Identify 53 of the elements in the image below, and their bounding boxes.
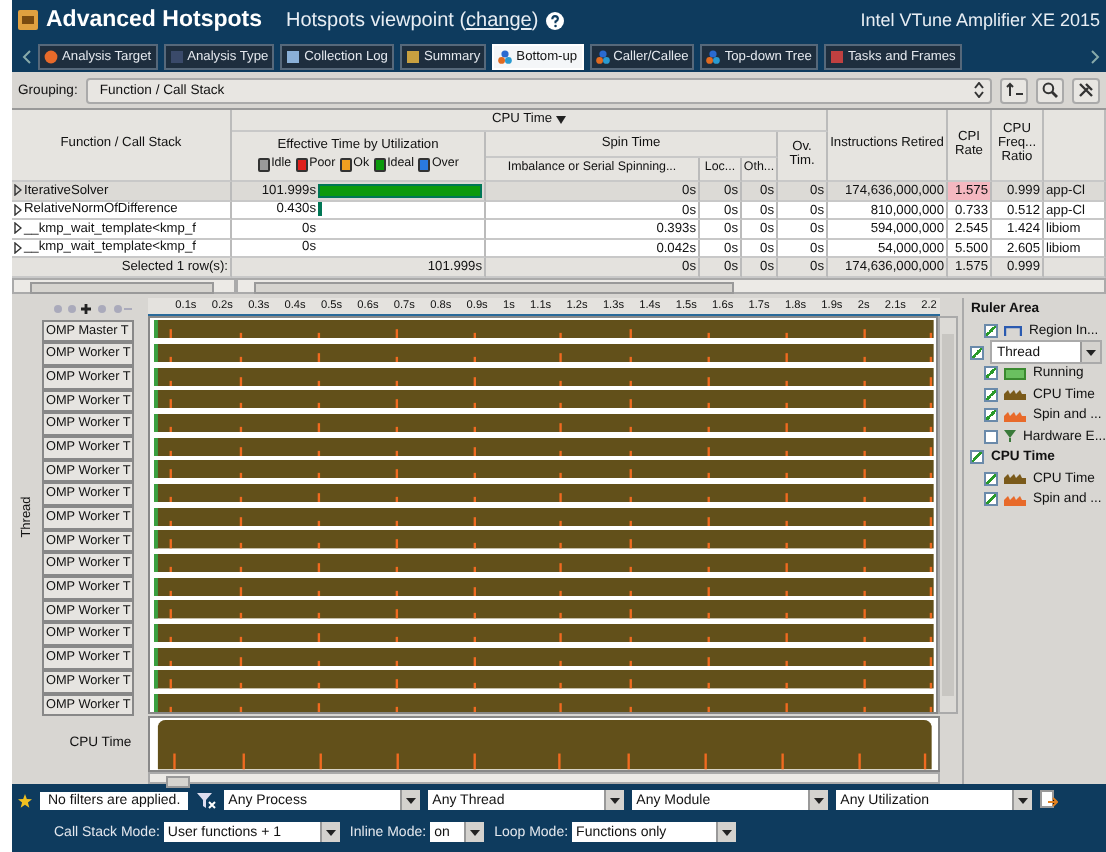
product-name: Intel VTune Amplifier XE 2015	[860, 10, 1100, 30]
checkbox[interactable]	[984, 408, 999, 423]
spinner-arrows-icon	[974, 82, 984, 98]
sort-down-icon	[556, 116, 567, 124]
checkbox[interactable]	[970, 345, 985, 360]
hierarchy-icon	[706, 49, 721, 63]
zoom-toolbar-icon[interactable]	[52, 301, 132, 315]
change-link[interactable]: change	[466, 9, 532, 31]
activity-graph-icon	[1004, 493, 1027, 506]
region-icon	[1004, 326, 1023, 337]
dropdown-arrow-icon	[406, 797, 417, 803]
star-icon[interactable]	[18, 793, 32, 807]
dropdown-arrow-icon	[470, 829, 481, 835]
running-swatch-icon	[1004, 367, 1027, 380]
filter-icon[interactable]	[196, 791, 217, 809]
dropdown-arrow-icon	[814, 797, 825, 803]
activity-graph-icon	[1004, 472, 1027, 485]
checkbox[interactable]	[984, 492, 999, 507]
dropdown-arrow-icon	[1086, 349, 1097, 356]
expand-icon[interactable]	[14, 184, 22, 197]
search-button[interactable]	[1036, 77, 1064, 103]
dropdown-arrow-icon	[325, 829, 336, 835]
checkbox[interactable]	[984, 324, 999, 339]
viewpoint-text: Hotspots viewpoint (change)	[286, 9, 539, 31]
dropdown-arrow-icon	[1018, 797, 1029, 803]
tools-icon	[1078, 82, 1094, 98]
target-icon	[44, 49, 58, 63]
scroll-left-icon[interactable]	[22, 49, 32, 63]
sort-button[interactable]	[1000, 77, 1028, 103]
marker-icon	[1004, 430, 1017, 443]
checkbox[interactable]	[970, 450, 985, 465]
checkbox[interactable]	[984, 366, 999, 381]
scroll-right-icon[interactable]	[1090, 49, 1100, 63]
dropdown-arrow-icon	[722, 829, 733, 835]
activity-graph-icon	[1004, 409, 1027, 422]
app-logo-icon	[18, 10, 38, 30]
checkbox[interactable]	[984, 429, 999, 444]
dropdown-arrow-icon	[610, 797, 621, 803]
analysis-title: Advanced Hotspots	[46, 8, 262, 32]
checkbox[interactable]	[984, 387, 999, 402]
expand-icon[interactable]	[14, 222, 22, 235]
export-icon[interactable]	[1040, 790, 1059, 810]
checkbox[interactable]	[984, 471, 999, 486]
help-icon[interactable]	[546, 11, 565, 29]
expand-icon[interactable]	[14, 241, 22, 254]
hierarchy-icon	[595, 49, 610, 63]
expand-icon[interactable]	[14, 203, 22, 216]
sort-icon	[1005, 82, 1023, 98]
vertical-scrollbar[interactable]	[938, 316, 959, 715]
search-icon	[1042, 82, 1058, 98]
activity-graph-icon	[1004, 388, 1027, 401]
hierarchy-icon	[498, 49, 513, 63]
settings-button[interactable]	[1072, 77, 1100, 103]
